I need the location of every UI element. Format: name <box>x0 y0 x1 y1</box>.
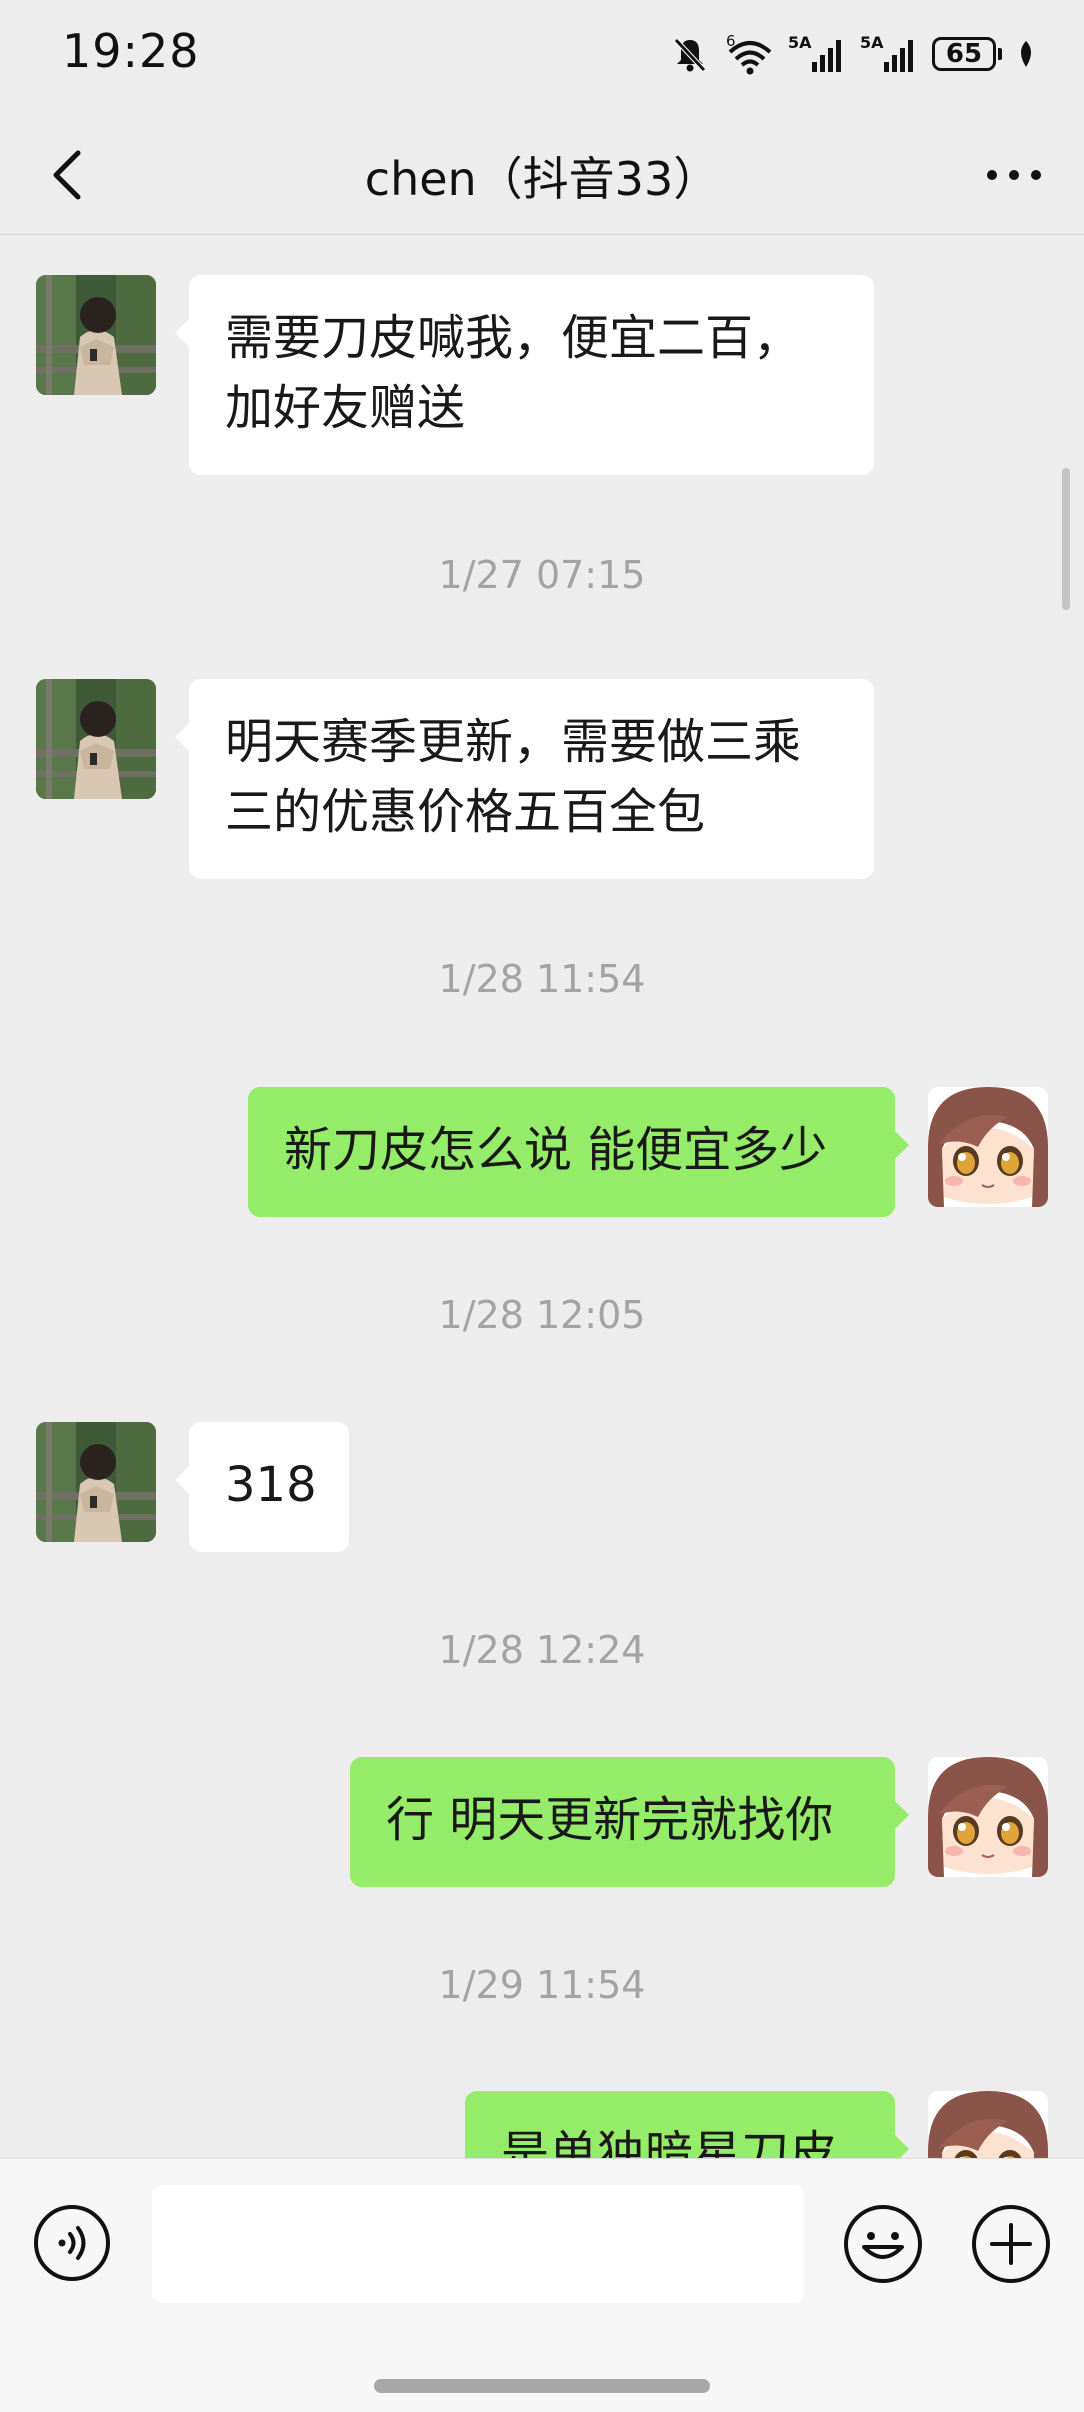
message-text-line: 是单独暗星刀皮 <box>501 2126 838 2158</box>
battery-level: 65 <box>932 37 996 71</box>
more-dots-icon[interactable] <box>978 149 1050 201</box>
message-text-line: 需要刀皮喊我，便宜二百， <box>225 310 802 366</box>
message-text-line: 行 明天更新完就找你 <box>386 1792 834 1848</box>
contact-avatar[interactable] <box>36 1422 156 1542</box>
contact-avatar[interactable] <box>36 275 156 395</box>
status-bar: 19:28 6 5A 5A 65 <box>0 0 1084 115</box>
mute-bell-icon <box>674 38 706 72</box>
home-indicator[interactable] <box>374 2379 710 2393</box>
status-icons: 6 5A 5A 65 <box>670 30 1036 78</box>
chat-title: chen（抖音33） <box>364 152 720 206</box>
timestamp: 1/28 11:54 <box>438 957 646 1001</box>
signal-label: 5A <box>860 33 884 52</box>
self-avatar[interactable] <box>928 1087 1048 1207</box>
plus-icon[interactable] <box>970 2203 1052 2285</box>
self-avatar[interactable] <box>928 1757 1048 1877</box>
message-text-line: 加好友赠送 <box>225 380 466 436</box>
signal-label: 5A <box>788 33 812 52</box>
battery-tip <box>998 48 1002 60</box>
message-bubble-outgoing[interactable]: 行 明天更新完就找你 <box>350 1757 909 1887</box>
chat-screen: 19:28 6 5A 5A 65 chen（抖音33） 需要刀皮喊我，便宜二百，… <box>0 0 1084 2412</box>
message-text-line: 明天赛季更新，需要做三乘 <box>225 714 802 770</box>
scrollbar-thumb[interactable] <box>1062 468 1070 610</box>
message-input[interactable] <box>152 2185 804 2303</box>
message-text-line: 318 <box>225 1457 317 1513</box>
signal-icon: 5A <box>860 33 913 72</box>
message-text-line: 三的优惠价格五百全包 <box>225 784 706 840</box>
message-text-line: 新刀皮怎么说 能便宜多少 <box>284 1122 828 1178</box>
contact-avatar[interactable] <box>36 679 156 799</box>
timestamp: 1/29 11:54 <box>438 1963 646 2007</box>
signal-icon: 5A <box>788 33 841 72</box>
message-bubble-incoming[interactable]: 明天赛季更新，需要做三乘 三的优惠价格五百全包 <box>175 679 874 879</box>
timestamp: 1/27 07:15 <box>438 553 646 597</box>
leaf-icon <box>1021 41 1031 67</box>
message-bubble-incoming[interactable]: 需要刀皮喊我，便宜二百， 加好友赠送 <box>175 275 874 475</box>
message-list[interactable]: 需要刀皮喊我，便宜二百， 加好友赠送 1/27 07:15 明天赛季更新，需要做… <box>0 235 1084 2158</box>
message-bubble-incoming[interactable]: 318 <box>175 1422 349 1552</box>
timestamp: 1/28 12:24 <box>438 1628 646 1672</box>
wifi-icon: 6 <box>726 32 772 75</box>
message-bubble-outgoing[interactable]: 是单独暗星刀皮 <box>465 2091 909 2158</box>
chat-header: chen（抖音33） <box>0 115 1084 235</box>
message-bubble-outgoing[interactable]: 新刀皮怎么说 能便宜多少 <box>248 1087 909 1217</box>
voice-icon[interactable] <box>32 2203 112 2283</box>
emoji-icon[interactable] <box>842 2203 924 2285</box>
input-bar <box>0 2158 1084 2412</box>
status-time: 19:28 <box>62 24 200 78</box>
timestamp: 1/28 12:05 <box>438 1293 646 1337</box>
battery-icon: 65 <box>932 37 1002 71</box>
self-avatar[interactable] <box>928 2091 1048 2158</box>
